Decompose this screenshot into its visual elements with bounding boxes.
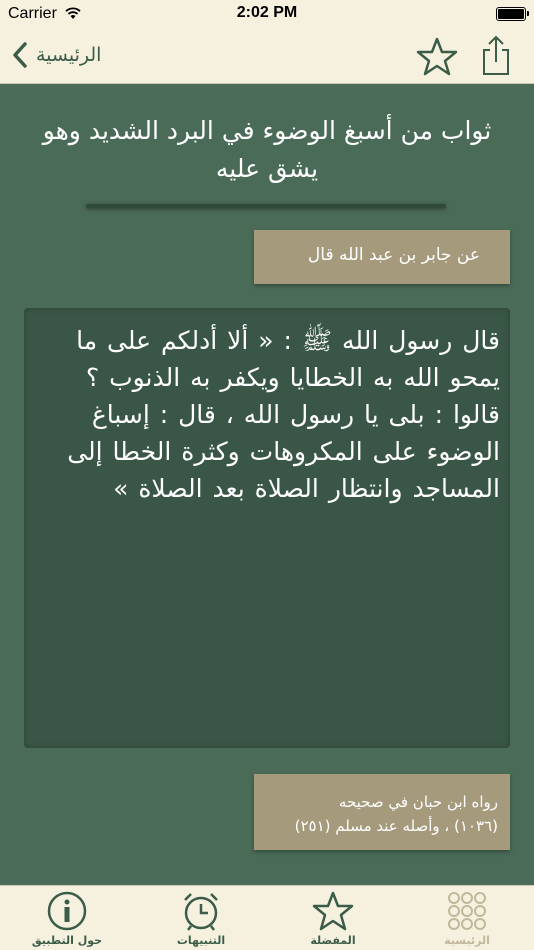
narrator-label: عن جابر بن عبد الله قال xyxy=(254,230,510,284)
info-icon xyxy=(47,891,87,931)
tab-alerts[interactable]: التنبيهات xyxy=(156,886,246,950)
status-bar: Carrier 2:02 PM xyxy=(0,0,534,28)
tab-alerts-label: التنبيهات xyxy=(176,934,226,947)
grid-icon xyxy=(448,892,486,930)
hadith-text: قال رسول الله ﷺ : « ألا أدلكم على ما يمح… xyxy=(24,308,510,748)
tab-home[interactable]: الرئيسية xyxy=(422,886,512,950)
status-time: 2:02 PM xyxy=(236,4,298,21)
title-divider xyxy=(86,204,446,208)
share-button[interactable] xyxy=(478,34,514,78)
alarm-clock-icon xyxy=(184,893,218,931)
tab-bar: حول التطبيق التنبيهات المفضلة الرئيسية xyxy=(0,885,534,950)
source-line-2: (١٠٣٦) ، وأصله عند مسلم (٢٥١) xyxy=(294,817,498,835)
battery-icon xyxy=(496,7,529,21)
back-label: الرئيسية xyxy=(36,44,102,66)
navigation-bar: الرئيسية xyxy=(0,28,534,84)
tab-home-label: الرئيسية xyxy=(444,934,490,947)
back-button[interactable]: الرئيسية xyxy=(12,38,101,72)
star-icon xyxy=(312,891,354,931)
source-reference: رواه ابن حبان في صحيحه (١٠٣٦) ، وأصله عن… xyxy=(254,774,510,850)
source-line-1: رواه ابن حبان في صحيحه xyxy=(338,793,498,811)
tab-about-label: حول التطبيق xyxy=(31,934,103,947)
page-title: ثواب من أسبغ الوضوء في البرد الشديد وهو … xyxy=(42,116,492,183)
tab-about[interactable]: حول التطبيق xyxy=(22,886,112,950)
tab-favorites[interactable]: المفضلة xyxy=(288,886,378,950)
favorite-star-button[interactable] xyxy=(414,36,460,76)
tab-favorites-label: المفضلة xyxy=(310,934,356,947)
chevron-left-icon xyxy=(13,42,27,68)
